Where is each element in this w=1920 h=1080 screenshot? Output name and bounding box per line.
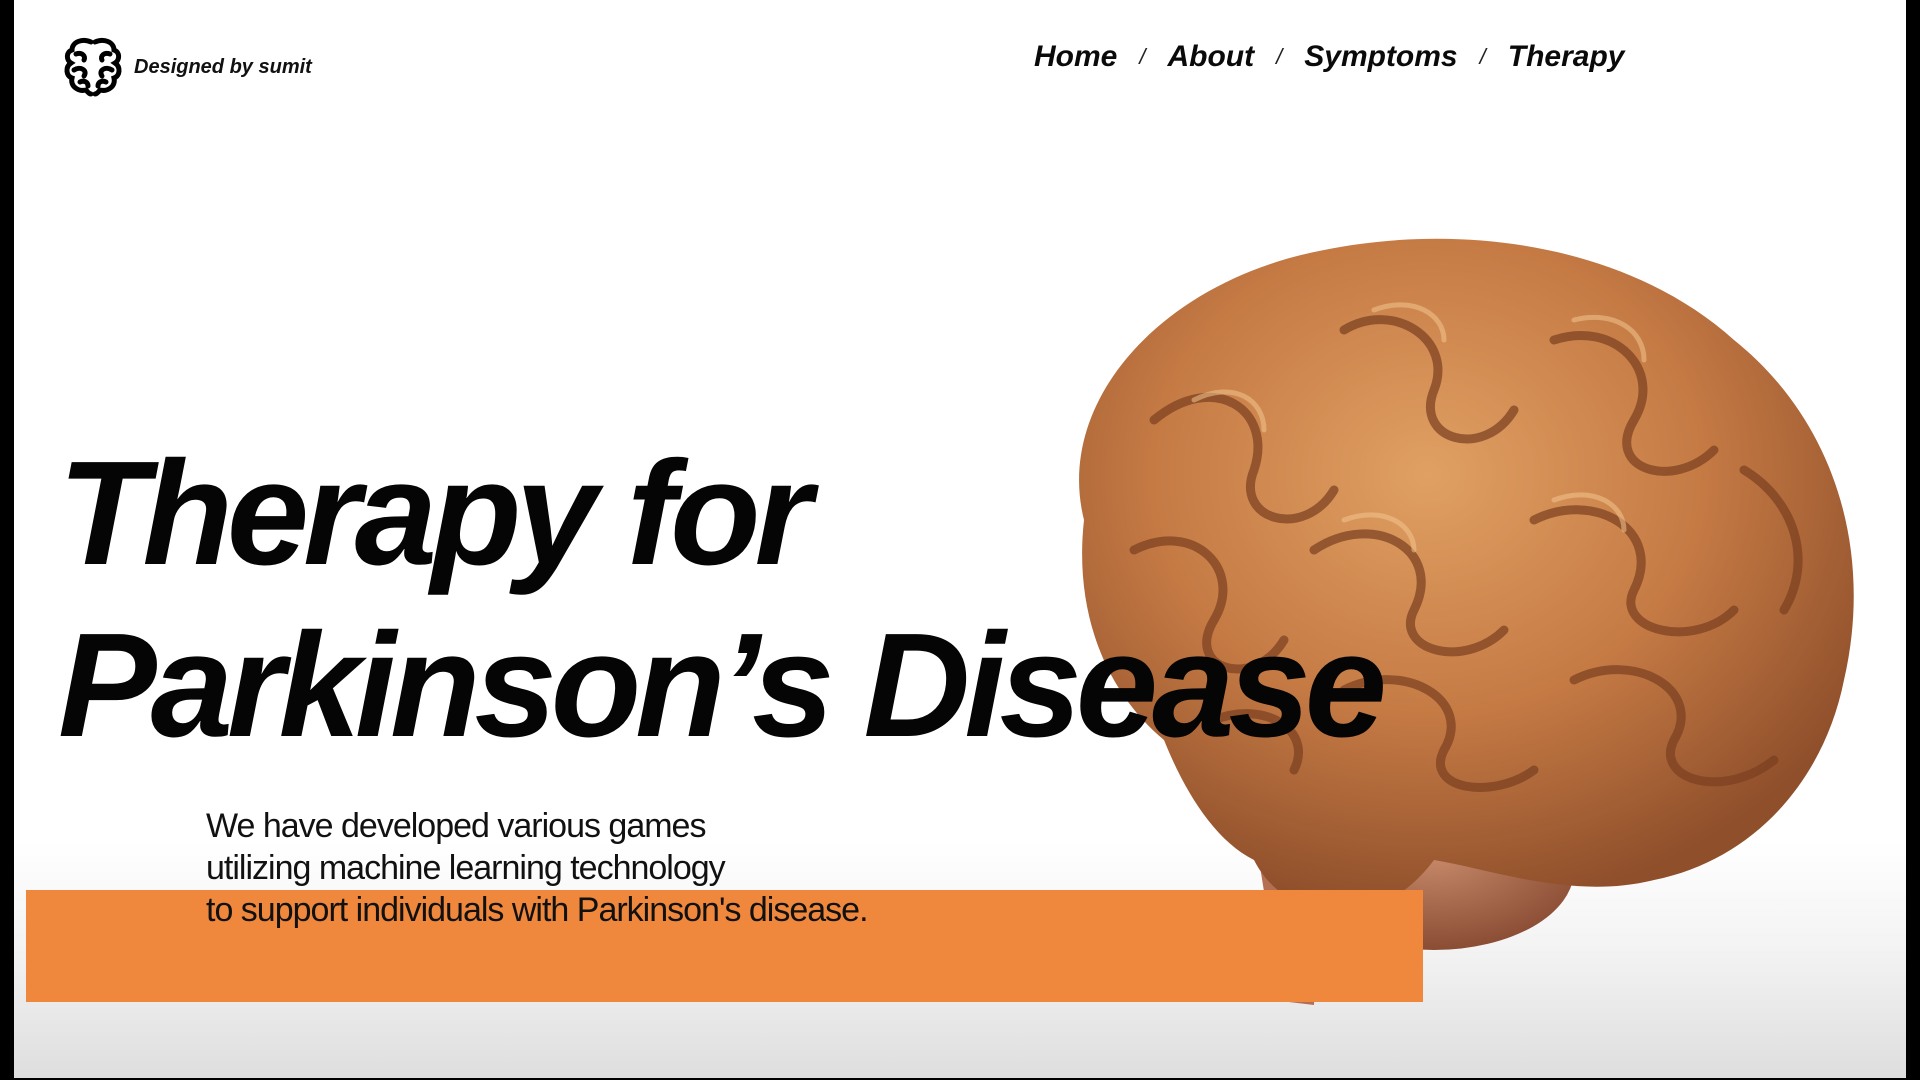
hero-title-line: Therapy for (58, 431, 812, 596)
brand[interactable]: Designed by sumit (62, 36, 312, 98)
nav-home[interactable]: Home (1034, 40, 1117, 74)
brand-text: Designed by sumit (134, 55, 312, 78)
hero-description: We have developed various games utilizin… (206, 805, 869, 931)
nav-separator: / (1276, 44, 1283, 69)
page-frame: Designed by sumit Home / About / Symptom… (14, 0, 1906, 1078)
hero-description-line: utilizing machine learning technology (206, 849, 726, 887)
nav-therapy[interactable]: Therapy (1508, 40, 1625, 74)
nav-about[interactable]: About (1167, 40, 1254, 74)
hero-title: Therapy for Parkinson’s Disease (58, 428, 1387, 772)
main-nav: Home / About / Symptoms / Therapy (1034, 40, 1624, 74)
nav-symptoms[interactable]: Symptoms (1304, 40, 1457, 74)
hero-description-line: to support individuals with Parkinson's … (206, 891, 869, 929)
hero-title-line: Parkinson’s Disease (58, 603, 1387, 768)
hero-description-line: We have developed various games (206, 807, 706, 845)
brain-logo-icon (64, 37, 122, 97)
nav-separator: / (1139, 44, 1146, 69)
nav-separator: / (1479, 44, 1486, 69)
